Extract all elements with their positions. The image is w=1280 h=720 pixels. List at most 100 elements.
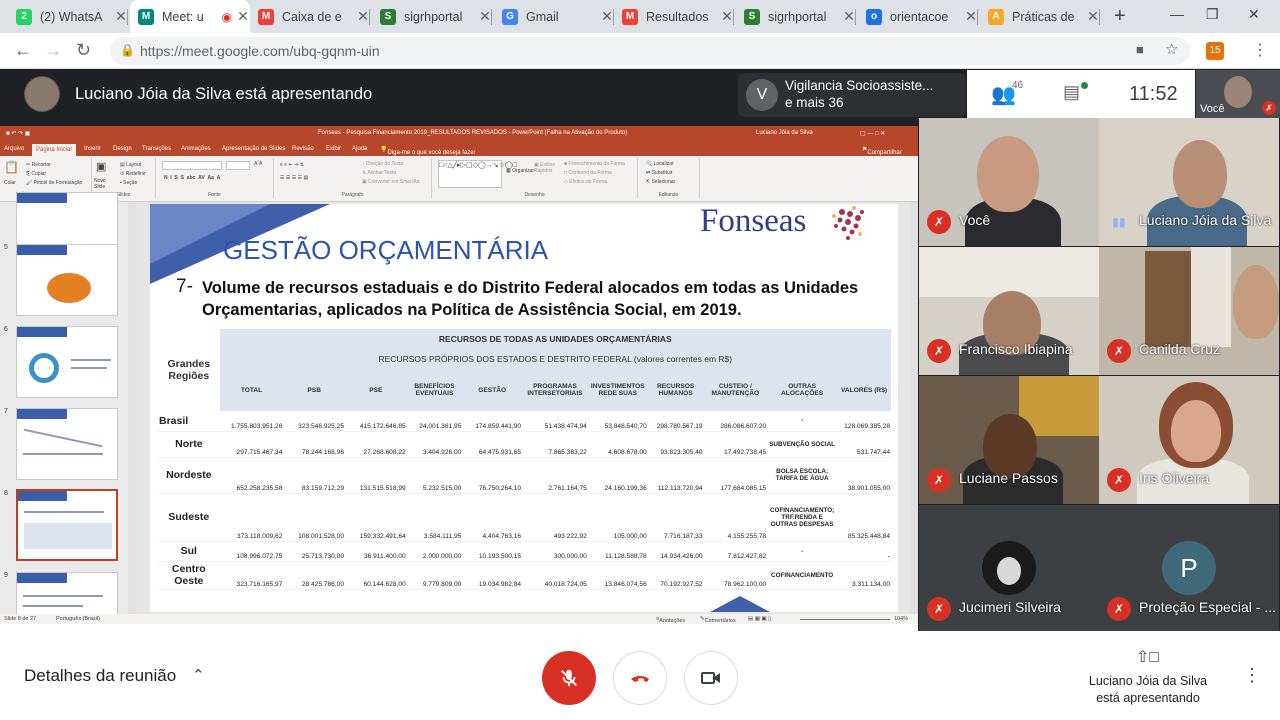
close-tab-icon[interactable]: ✕ [600, 8, 614, 25]
close-tab-icon[interactable]: ✕ [842, 8, 856, 25]
browser-tab[interactable]: M Caixa de e ✕ [250, 0, 370, 33]
comments-button[interactable]: ✎ Comentários [700, 616, 736, 624]
participant-tile[interactable]: ✗ Canilda Cruz [1099, 247, 1279, 375]
participant-tile[interactable]: ✗ Luciane Passos [919, 376, 1099, 504]
select-button[interactable]: ⇱ Selecionar [646, 179, 675, 185]
quick-access-icons[interactable]: ■ ↶ ↷ ▣ [6, 130, 30, 137]
tell-me-search[interactable]: 💡 Diga-me o que você deseja fazer [380, 146, 476, 156]
slide-thumbnail[interactable] [16, 244, 118, 316]
cut-button[interactable]: ✂ Recortar [26, 162, 51, 168]
participant-tile[interactable]: ▮▮ Luciano Jóia da Silva [1099, 118, 1279, 246]
meeting-details-button[interactable]: Detalhes da reunião [24, 666, 176, 686]
omnibox[interactable]: 🔒 https://meet.google.com/ubq-gqnm-uin ■… [110, 37, 1190, 65]
participant-tile[interactable]: ✗ Francisco Ibiapina [919, 247, 1099, 375]
slide-scrollbar[interactable] [910, 202, 918, 614]
layout-button[interactable]: ▤ Layout [120, 162, 141, 168]
browser-tab[interactable]: Ssigrhportal ✕ [372, 0, 492, 33]
ribbon-tab-animacoes[interactable]: Animações [181, 146, 211, 152]
notes-button[interactable]: ≡ Anotações [656, 616, 685, 624]
restore-icon[interactable]: ❐ [1206, 6, 1219, 23]
quick-styles-button[interactable]: ▣ Estilos Rápidos [534, 162, 556, 174]
bookmark-star-icon[interactable]: ☆ [1165, 40, 1178, 58]
chat-icon[interactable]: ▤ [1063, 82, 1080, 103]
browser-tab[interactable]: A Práticas de ✕ [980, 0, 1100, 33]
close-tab-icon[interactable]: ✕ [356, 8, 370, 25]
shape-effects-button[interactable]: ◇ Efeitos de Forma [564, 179, 607, 185]
align-text-button[interactable]: ⇅ Alinhar Texto [362, 170, 396, 176]
ribbon-tab-apresentacao[interactable]: Apresentação de Slides [222, 146, 285, 152]
find-button[interactable]: 🔍 Localizar [646, 161, 674, 167]
text-direction-button[interactable]: ↕ Direção do Texto [362, 161, 403, 167]
font-size-input[interactable] [226, 161, 250, 170]
paste-label[interactable]: Colar [4, 180, 16, 186]
participant-tile[interactable]: ✗ Você [919, 118, 1099, 246]
view-buttons-icon[interactable]: ▤ ▦ ▣ ▯ [748, 616, 771, 622]
reload-icon[interactable]: ↻ [76, 40, 91, 61]
browser-tab[interactable]: Ssigrhportal ✕ [736, 0, 856, 33]
ribbon-tab-transicoes[interactable]: Transições [142, 146, 171, 152]
section-button[interactable]: ▪ Seção [120, 180, 137, 186]
extension-icon[interactable]: 15 [1206, 42, 1224, 60]
close-tab-icon[interactable]: ✕ [114, 8, 128, 25]
align-buttons-icon[interactable]: ☰ ☰ ☰ ☰ ▤ [280, 175, 308, 181]
back-icon[interactable]: ← [14, 40, 32, 61]
shape-fill-button[interactable]: ■ Preenchimento da Forma [564, 161, 625, 167]
new-tab-icon[interactable]: + [1114, 5, 1126, 28]
thumbnail-scrollbar[interactable] [128, 202, 136, 614]
share-button[interactable]: ⚑ Compartilhar [862, 146, 902, 156]
font-grow-icon[interactable]: AˆA [254, 161, 262, 167]
browser-tab[interactable]: 2 (2) WhatsA ✕ [8, 0, 128, 33]
format-painter-button[interactable]: 🖌 Pincel de Formatação [26, 180, 82, 186]
browser-tab[interactable]: o orientacoe ✕ [858, 0, 978, 33]
close-tab-icon[interactable]: ✕ [236, 8, 250, 25]
slide-thumbnail-selected[interactable] [16, 489, 118, 561]
new-slide-icon[interactable]: ▣ [96, 160, 106, 173]
camera-permission-icon[interactable]: ■ [1136, 42, 1144, 57]
browser-menu-icon[interactable]: ⋮ [1252, 40, 1268, 60]
copy-button[interactable]: ⎘ Copiar [26, 171, 46, 177]
status-language[interactable]: Português (Brasil) [56, 616, 100, 622]
ribbon-tab-design[interactable]: Design [113, 146, 132, 152]
font-style-buttons[interactable]: N I S S abc AV Aa A [164, 175, 220, 181]
close-window-icon[interactable]: ✕ [1248, 6, 1260, 23]
minimize-icon[interactable]: — [1170, 6, 1184, 22]
zoom-slider[interactable] [800, 619, 890, 620]
ribbon-tab-inserir[interactable]: Inserir [84, 146, 101, 152]
close-tab-icon[interactable]: ✕ [720, 8, 734, 25]
font-name-input[interactable] [162, 161, 222, 170]
paste-icon[interactable]: 📋 [4, 160, 19, 174]
present-screen-icon[interactable]: ⇧□ [1136, 647, 1159, 667]
camera-toggle-button[interactable] [684, 651, 738, 705]
ribbon-tab-revisao[interactable]: Revisão [292, 146, 314, 152]
close-tab-icon[interactable]: ✕ [1086, 8, 1100, 25]
chevron-up-icon[interactable]: ⌃ [192, 666, 205, 684]
slide-thumbnail[interactable] [16, 408, 118, 480]
leave-call-button[interactable] [613, 651, 667, 705]
shape-outline-button[interactable]: □ Contorno da Forma [564, 170, 612, 176]
forward-icon[interactable]: → [44, 40, 62, 61]
smartart-button[interactable]: ▣ Converter em SmartArt [362, 179, 420, 185]
browser-tab[interactable]: M Meet: u ◉ ✕ [130, 0, 250, 33]
presenting-status[interactable]: Luciano Jóia da Silva está apresentando [1078, 673, 1218, 707]
microphone-toggle-button[interactable] [542, 651, 596, 705]
replace-button[interactable]: ⇄ Substituir [646, 170, 672, 176]
ribbon-tab-exibir[interactable]: Exibir [326, 146, 341, 152]
list-buttons-icon[interactable]: ≡ ≡ ⇤ ⇥ ⇅ [280, 162, 304, 168]
browser-tab[interactable]: M Resultados ✕ [614, 0, 734, 33]
slide-thumbnail[interactable] [16, 326, 118, 398]
window-controls-icon[interactable]: ▢ — □ ✕ [860, 130, 885, 137]
ribbon-tab-ajuda[interactable]: Ajuda [352, 146, 367, 152]
lock-icon[interactable]: 🔒 [120, 43, 135, 57]
participant-tile[interactable]: ✗ Jucimeri Silveira [919, 505, 1099, 633]
close-tab-icon[interactable]: ✕ [964, 8, 978, 25]
self-view-mini[interactable]: Você ✗ [1196, 70, 1280, 118]
reset-button[interactable]: ↺ Redefinir [120, 171, 146, 177]
new-slide-label[interactable]: Novo Slide [94, 178, 116, 190]
browser-tab[interactable]: G Gmail ✕ [494, 0, 614, 33]
shapes-gallery[interactable]: □○△╱▸▷▢◇◯→↘☆◯□ [438, 160, 517, 188]
ribbon-tab-arquivo[interactable]: Arquivo [4, 146, 24, 152]
url-text[interactable]: https://meet.google.com/ubq-gqnm-uin [140, 43, 380, 59]
participant-tile[interactable]: P ✗ Proteção Especial - ... [1099, 505, 1279, 633]
close-tab-icon[interactable]: ✕ [478, 8, 492, 25]
ribbon-tab-pagina-inicial[interactable]: Página Inicial [32, 144, 76, 156]
